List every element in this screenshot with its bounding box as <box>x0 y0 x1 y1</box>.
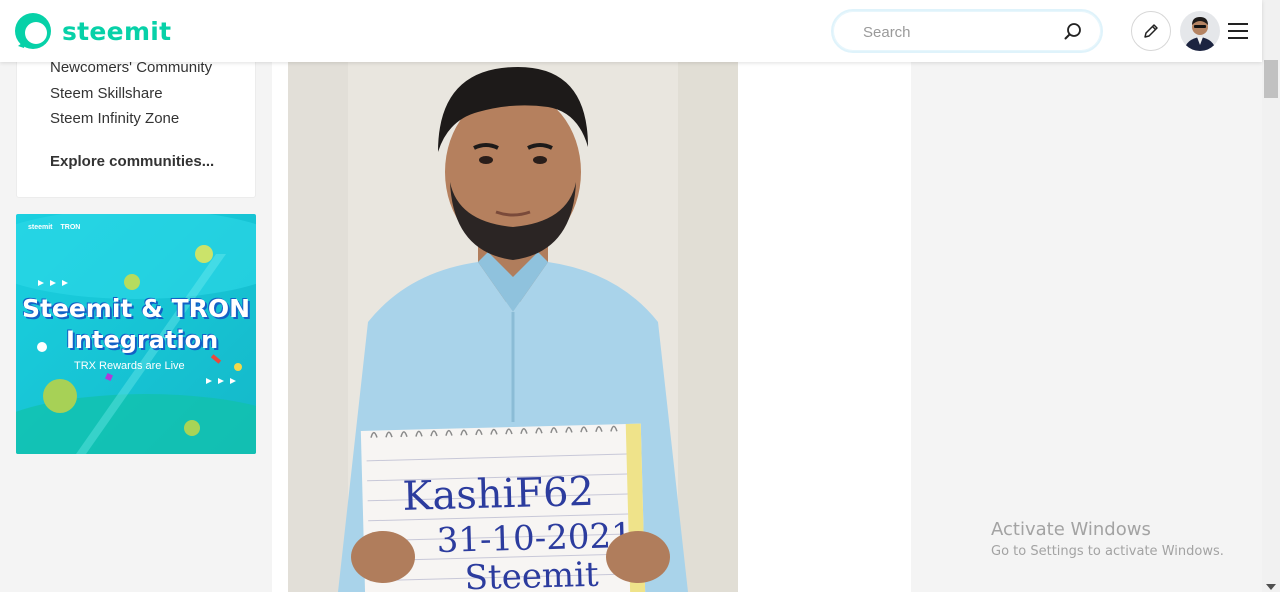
user-avatar[interactable] <box>1180 11 1220 51</box>
create-post-button[interactable] <box>1131 11 1171 51</box>
community-link-skillshare[interactable]: Steem Skillshare <box>50 85 163 102</box>
tron-integration-banner[interactable]: steemit TRON Steemit & TRON Integration … <box>16 214 256 454</box>
sign-username-text: KashiF62 <box>402 469 595 520</box>
page-scrollbar[interactable] <box>1262 0 1280 592</box>
hamburger-menu-icon[interactable] <box>1227 20 1249 42</box>
banner-subtitle: TRX Rewards are Live <box>74 360 185 372</box>
avatar-image <box>1180 11 1220 51</box>
banner-brand-row: steemit TRON <box>28 224 80 231</box>
search-input[interactable] <box>863 21 1063 43</box>
watermark-title: Activate Windows <box>991 519 1151 540</box>
top-header: steemit <box>0 0 1262 62</box>
steemit-logo[interactable]: steemit <box>14 12 171 50</box>
scroll-down-arrow-icon[interactable] <box>1266 584 1276 590</box>
communities-card: Newcomers' Community Steem Skillshare St… <box>16 40 256 198</box>
steemit-logo-icon <box>15 13 51 49</box>
banner-steemit-label: steemit <box>28 224 53 231</box>
banner-tron-label: TRON <box>60 224 81 231</box>
scrollbar-thumb[interactable] <box>1264 60 1278 98</box>
search-icon[interactable] <box>1063 22 1083 42</box>
banner-title-line2: Integration <box>66 326 219 354</box>
community-link-infinity-zone[interactable]: Steem Infinity Zone <box>50 110 179 127</box>
search-box <box>831 9 1103 53</box>
brand-name: steemit <box>62 16 172 46</box>
sign-steemit-text: Steemit <box>464 555 599 592</box>
explore-communities-link[interactable]: Explore communities... <box>50 153 214 170</box>
post-body: KashiF62 31-10-2021 Steemit <box>272 62 911 592</box>
pencil-icon <box>1144 24 1158 38</box>
windows-activation-watermark: Activate Windows Go to Settings to activ… <box>991 519 1224 559</box>
man-holding-sign-photo: KashiF62 31-10-2021 Steemit <box>288 62 738 592</box>
sign-date-text: 31-10-2021 <box>436 516 633 561</box>
watermark-subtitle: Go to Settings to activate Windows. <box>991 544 1224 559</box>
post-photo: KashiF62 31-10-2021 Steemit <box>288 62 738 592</box>
banner-title-line1: Steemit & TRON <box>21 294 251 323</box>
